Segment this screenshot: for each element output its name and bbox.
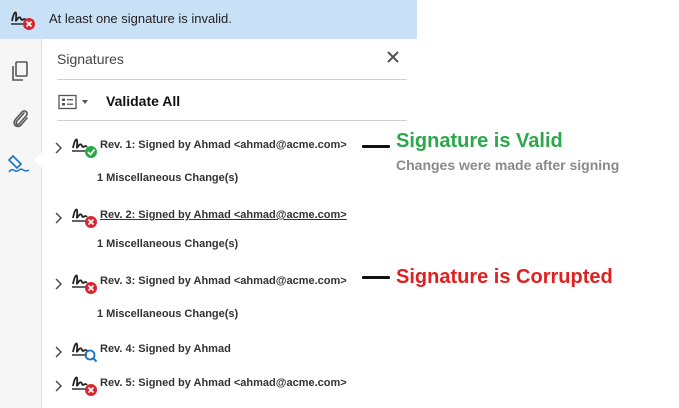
chevron-right-icon[interactable] <box>54 142 63 154</box>
valid-callout: Signature is Valid <box>396 130 563 152</box>
paperclip-icon <box>13 110 28 128</box>
signature-invalid-icon <box>72 274 97 294</box>
chevron-right-icon[interactable] <box>54 346 63 358</box>
signature-label[interactable]: Rev. 4: Signed by Ahmad <box>100 343 231 355</box>
callout-line <box>362 145 390 148</box>
signature-row: Rev. 5: Signed by Ahmad <ahmad@acme.com> <box>42 374 417 398</box>
change-summary: 1 Miscellaneous Change(s) <box>97 308 239 320</box>
panel-title: Signatures <box>57 51 124 67</box>
signature-label[interactable]: Rev. 5: Signed by Ahmad <ahmad@acme.com> <box>100 377 347 389</box>
banner-message: At least one signature is invalid. <box>49 11 232 26</box>
chevron-right-icon[interactable] <box>54 278 63 290</box>
signature-invalid-icon <box>11 11 35 30</box>
options-menu-button[interactable] <box>58 94 92 110</box>
valid-callout-note: Changes were made after signing <box>396 157 620 173</box>
signatures-panel: Signatures Validate All Rev. 1: Signed b… <box>42 39 417 408</box>
signature-unknown-icon <box>72 342 98 363</box>
header-divider <box>57 79 407 80</box>
change-summary: 1 Miscellaneous Change(s) <box>97 238 239 250</box>
signature-label[interactable]: Rev. 3: Signed by Ahmad <ahmad@acme.com> <box>100 275 347 287</box>
toolbar-divider <box>57 120 407 121</box>
validate-all-button[interactable]: Validate All <box>106 93 180 109</box>
signature-label[interactable]: Rev. 2: Signed by Ahmad <ahmad@acme.com> <box>100 209 347 221</box>
page-thumbnails-button[interactable] <box>7 59 33 85</box>
signature-row: Rev. 1: Signed by Ahmad <ahmad@acme.com> <box>42 136 417 160</box>
corrupted-callout: Signature is Corrupted <box>396 266 613 288</box>
active-tab-caret <box>34 152 42 168</box>
signatures-button[interactable] <box>7 151 33 177</box>
signature-invalid-icon <box>72 376 97 396</box>
signature-row: Rev. 3: Signed by Ahmad <ahmad@acme.com> <box>42 272 417 296</box>
signature-valid-icon <box>72 138 97 158</box>
tool-rail <box>0 39 42 408</box>
signature-label[interactable]: Rev. 1: Signed by Ahmad <ahmad@acme.com> <box>100 139 347 151</box>
validation-banner: At least one signature is invalid. <box>0 0 417 39</box>
signature-row: Rev. 4: Signed by Ahmad <box>42 340 417 364</box>
signature-pen-icon <box>7 154 30 173</box>
options-menu-icon <box>58 94 88 110</box>
attachments-button[interactable] <box>7 105 33 131</box>
change-summary: 1 Miscellaneous Change(s) <box>97 172 239 184</box>
close-icon[interactable] <box>385 49 401 65</box>
callout-line <box>362 276 390 279</box>
pages-icon <box>12 61 28 81</box>
signature-row: Rev. 2: Signed by Ahmad <ahmad@acme.com> <box>42 206 417 230</box>
chevron-right-icon[interactable] <box>54 212 63 224</box>
chevron-right-icon[interactable] <box>54 380 63 392</box>
signature-invalid-icon <box>72 208 97 228</box>
